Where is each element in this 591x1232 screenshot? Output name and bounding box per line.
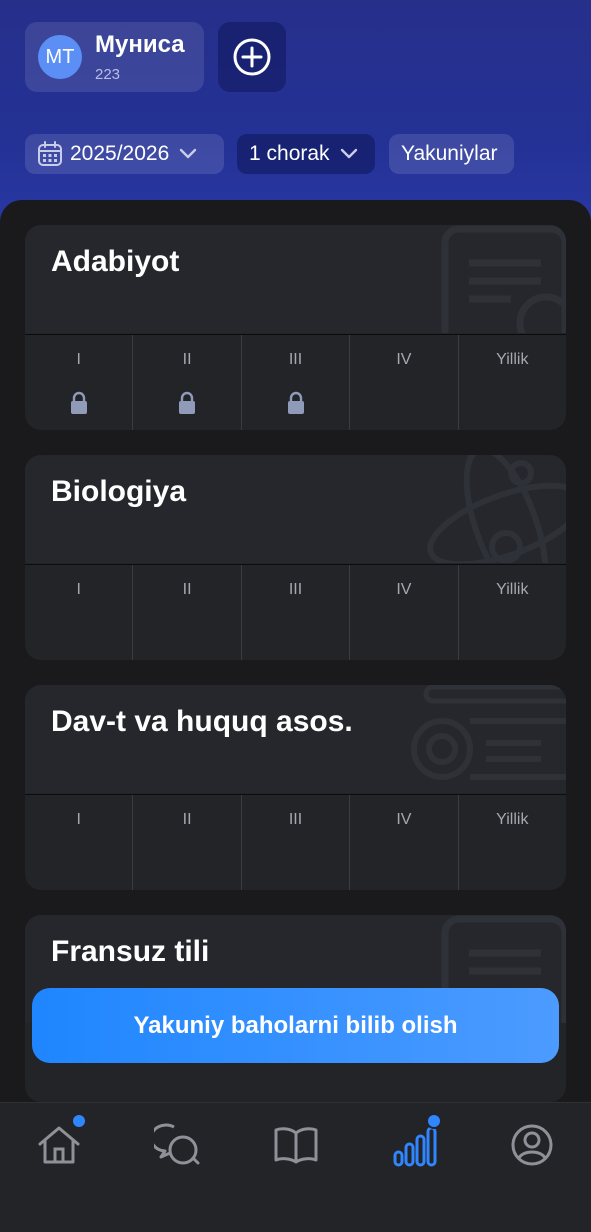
quarter-value: 1 chorak [249, 142, 330, 165]
quarter-dropdown[interactable]: 1 chorak [237, 134, 375, 174]
grade-cell-q4[interactable]: IV [350, 795, 459, 890]
subject-card[interactable]: Dav-t va huquq asos. I II III IV Yillik [25, 685, 566, 890]
avatar: MT [38, 35, 82, 79]
scroll-deco-icon [411, 685, 566, 780]
subject-name: Biologiya [51, 475, 187, 508]
year-dropdown[interactable]: 2025/2026 [25, 134, 224, 174]
tab-grades[interactable] [386, 1113, 442, 1173]
notification-badge [426, 1113, 442, 1129]
grade-cell-yearly[interactable]: Yillik [459, 795, 566, 890]
grade-cell-q1[interactable]: I [25, 335, 134, 430]
bottom-tab-bar [0, 1102, 591, 1232]
tab-chat[interactable] [149, 1117, 205, 1173]
lock-icon [70, 391, 87, 414]
lock-icon [287, 391, 304, 414]
grade-label: IV [396, 351, 412, 368]
grade-cell-q3[interactable]: III [242, 335, 351, 430]
plus-circle-icon [233, 38, 271, 76]
grade-label: IV [396, 581, 412, 598]
atom-deco-icon [427, 455, 566, 563]
grade-cell-q1[interactable]: I [25, 565, 134, 660]
grade-label: Yillik [496, 581, 529, 598]
subject-card[interactable]: Biologiya I II III IV Yillik [25, 455, 566, 660]
results-label: Yakuniylar [401, 142, 498, 165]
page: MT Муниса 223 2025/2026 1 chorak Yakuniy… [0, 0, 591, 1232]
grade-cell-q2[interactable]: II [133, 565, 242, 660]
grade-cell-q4[interactable]: IV [350, 565, 459, 660]
tab-diary[interactable] [268, 1117, 324, 1173]
grade-label: I [76, 351, 81, 368]
chevron-down-icon [340, 148, 357, 159]
grade-label: II [182, 581, 192, 598]
subject-card-header: Adabiyot [25, 225, 566, 333]
tab-home[interactable] [31, 1113, 87, 1173]
grade-cell-q2[interactable]: II [133, 335, 242, 430]
document-deco-icon [441, 225, 566, 333]
grade-label: IV [396, 811, 412, 828]
subject-card-header: Biologiya [25, 455, 566, 563]
grade-label: I [76, 811, 81, 828]
subject-card-header: Dav-t va huquq asos. [25, 685, 566, 793]
learn-final-grades-button[interactable]: Yakuniy baholarni bilib olish [32, 988, 559, 1063]
calendar-icon [38, 141, 62, 166]
grade-cell-q3[interactable]: III [242, 795, 351, 890]
home-icon [38, 1126, 80, 1164]
grade-label: II [182, 811, 192, 828]
profile-name: Муниса [95, 31, 185, 58]
grade-label: III [288, 581, 303, 598]
profile-icon [511, 1124, 553, 1166]
grade-cell-yearly[interactable]: Yillik [459, 335, 566, 430]
subject-name: Adabiyot [51, 245, 180, 278]
grade-label: II [182, 351, 192, 368]
grade-cell-yearly[interactable]: Yillik [459, 565, 566, 660]
grade-label: III [288, 351, 303, 368]
grade-label: Yillik [496, 351, 529, 368]
grade-row: I II III IV Yillik [25, 794, 566, 890]
grade-row: I II III IV Yillik [25, 334, 566, 430]
book-icon [274, 1127, 318, 1164]
chevron-down-icon [180, 148, 197, 159]
grade-cell-q1[interactable]: I [25, 795, 134, 890]
subject-name: Dav-t va huquq asos. [51, 705, 353, 738]
subject-card[interactable]: Adabiyot I II III IV Yillik [25, 225, 566, 430]
year-value: 2025/2026 [70, 142, 170, 165]
lock-icon [179, 391, 196, 414]
grade-cell-q2[interactable]: II [133, 795, 242, 890]
grade-label: Yillik [496, 811, 529, 828]
notification-badge [71, 1113, 87, 1129]
stats-icon [393, 1126, 437, 1167]
grade-label: III [288, 811, 303, 828]
grade-row: I II III IV Yillik [25, 564, 566, 660]
results-tab[interactable]: Yakuniylar [389, 134, 514, 174]
grade-cell-q4[interactable]: IV [350, 335, 459, 430]
profile-switcher[interactable]: MT Муниса 223 [25, 22, 204, 92]
profile-class: 223 [95, 66, 121, 83]
chat-icon [154, 1123, 200, 1165]
grade-label: I [76, 581, 81, 598]
add-profile-button[interactable] [218, 22, 286, 92]
grade-cell-q3[interactable]: III [242, 565, 351, 660]
subject-name: Fransuz tili [51, 935, 210, 968]
tab-profile[interactable] [504, 1117, 560, 1173]
